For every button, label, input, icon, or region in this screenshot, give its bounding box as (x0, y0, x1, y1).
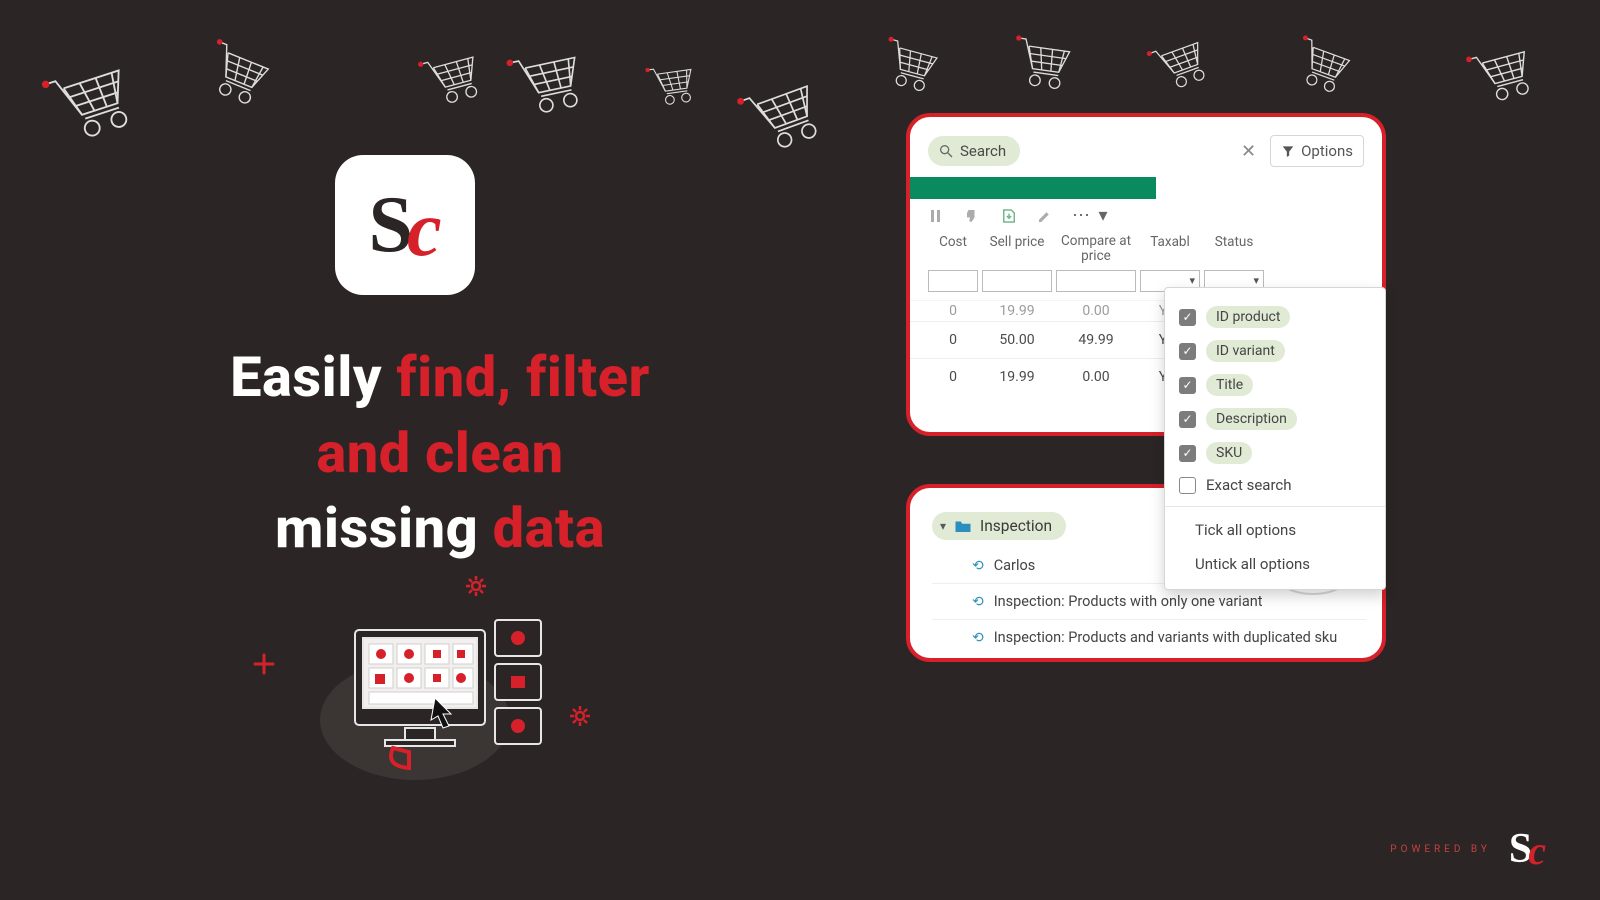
cart-icon (496, 38, 593, 127)
col-compare: Compare at price (1056, 234, 1136, 264)
tree-item-label: Inspection: Products with only one varia… (994, 593, 1263, 610)
table-toolbar: ⋯ ▾ (910, 199, 1382, 230)
headline-red-line2: and clean (60, 416, 820, 492)
headline-red2: data (493, 495, 605, 561)
powered-by-footer: POWERED BY Sc (1390, 828, 1546, 870)
plus-icon (252, 652, 276, 676)
dropdown-item[interactable]: ✓ ID product (1177, 300, 1373, 334)
search-options-panel: Search ✕ Options ⋯ ▾ Cost Sell price Com… (906, 113, 1386, 436)
col-sell: Sell price (982, 234, 1052, 264)
headline: Easily find, filter and clean missing da… (60, 340, 820, 567)
options-label: Options (1301, 142, 1353, 160)
search-label: Search (960, 142, 1006, 160)
filter-sell[interactable] (982, 270, 1052, 292)
cell-sell: 19.99 (982, 369, 1052, 385)
dropdown-exact-search[interactable]: Exact search (1177, 470, 1373, 500)
gear-icon (466, 576, 486, 596)
refresh-icon: ⟲ (972, 630, 984, 646)
cell-compare: 0.00 (1056, 303, 1136, 319)
filter-compare[interactable] (1056, 270, 1136, 292)
cart-icon (1002, 29, 1078, 97)
checkbox-checked-icon: ✓ (1179, 343, 1196, 360)
cart-icon (1138, 28, 1217, 103)
cell-cost: 0 (928, 332, 978, 348)
cell-cost: 0 (928, 303, 978, 319)
search-pill[interactable]: Search (928, 136, 1020, 166)
tree-root-label: Inspection (980, 517, 1052, 535)
brand-logo: S c (335, 155, 475, 295)
checkbox-checked-icon: ✓ (1179, 445, 1196, 462)
cell-sell: 19.99 (982, 303, 1052, 319)
options-dropdown: ✓ ID product ✓ ID variant ✓ Title ✓ Desc… (1164, 287, 1386, 590)
dropdown-label: ID product (1206, 306, 1290, 328)
logo-letter-c: c (407, 190, 442, 268)
clear-search-button[interactable]: ✕ (1235, 141, 1262, 162)
folder-icon (954, 518, 972, 534)
col-status: Status (1204, 234, 1264, 264)
refresh-icon: ⟲ (972, 558, 984, 574)
cart-icon (190, 30, 280, 115)
headline-part3: missing (275, 495, 493, 561)
refresh-icon: ⟲ (972, 594, 984, 610)
dropdown-label: Title (1206, 374, 1253, 396)
illustration-monitor (285, 590, 575, 780)
filter-cost[interactable] (928, 270, 978, 292)
cart-icon (29, 48, 146, 158)
headline-part1: Easily (230, 344, 396, 410)
dropdown-label: SKU (1206, 442, 1252, 464)
cart-icon (1457, 35, 1543, 114)
search-icon (938, 143, 954, 159)
tree-item-label: Carlos (994, 557, 1036, 574)
options-button[interactable]: Options (1270, 135, 1364, 167)
checkbox-checked-icon: ✓ (1179, 309, 1196, 326)
chevron-down-icon: ▾ (940, 519, 946, 533)
dropdown-separator (1165, 506, 1385, 507)
dropdown-label: Description (1206, 408, 1297, 430)
cart-icon (870, 30, 946, 101)
cell-cost: 0 (928, 369, 978, 385)
footer-logo-c: c (1528, 828, 1546, 873)
dropdown-label: ID variant (1206, 340, 1285, 362)
dropdown-item[interactable]: ✓ SKU (1177, 436, 1373, 470)
cart-icon (409, 41, 490, 116)
import-icon[interactable] (1000, 207, 1018, 225)
table-header-bar (910, 177, 1156, 199)
cell-compare: 49.99 (1056, 332, 1136, 348)
thumbs-down-icon[interactable] (964, 207, 982, 225)
cart-icon (639, 57, 701, 113)
edit-icon[interactable] (1036, 207, 1054, 225)
tree-item-label: Inspection: Products and variants with d… (994, 629, 1338, 646)
col-cost: Cost (928, 234, 978, 264)
col-taxable: Taxabl (1140, 234, 1200, 264)
tree-root[interactable]: ▾ Inspection (932, 512, 1066, 540)
headline-red1: find, filter (396, 344, 649, 410)
gear-icon (570, 706, 590, 726)
powered-by-label: POWERED BY (1390, 844, 1491, 855)
cell-sell: 50.00 (982, 332, 1052, 348)
cell-compare: 0.00 (1056, 369, 1136, 385)
filter-icon (1281, 144, 1295, 158)
checkbox-checked-icon: ✓ (1179, 377, 1196, 394)
tree-item[interactable]: ⟲ Inspection: Products and variants with… (932, 619, 1366, 655)
dropdown-item[interactable]: ✓ Title (1177, 368, 1373, 402)
untick-all-button[interactable]: Untick all options (1177, 547, 1373, 581)
dropdown-item[interactable]: ✓ ID variant (1177, 334, 1373, 368)
checkbox-checked-icon: ✓ (1179, 411, 1196, 428)
dropdown-item[interactable]: ✓ Description (1177, 402, 1373, 436)
cart-icon (1280, 28, 1359, 103)
more-menu[interactable]: ⋯ ▾ (1072, 205, 1110, 226)
checkbox-unchecked-icon (1179, 477, 1196, 494)
tick-all-button[interactable]: Tick all options (1177, 513, 1373, 547)
exact-search-label: Exact search (1206, 476, 1292, 494)
cart-icon (725, 66, 834, 168)
column-headers: Cost Sell price Compare at price Taxabl … (910, 230, 1382, 266)
toolbar-icon[interactable] (928, 207, 946, 225)
